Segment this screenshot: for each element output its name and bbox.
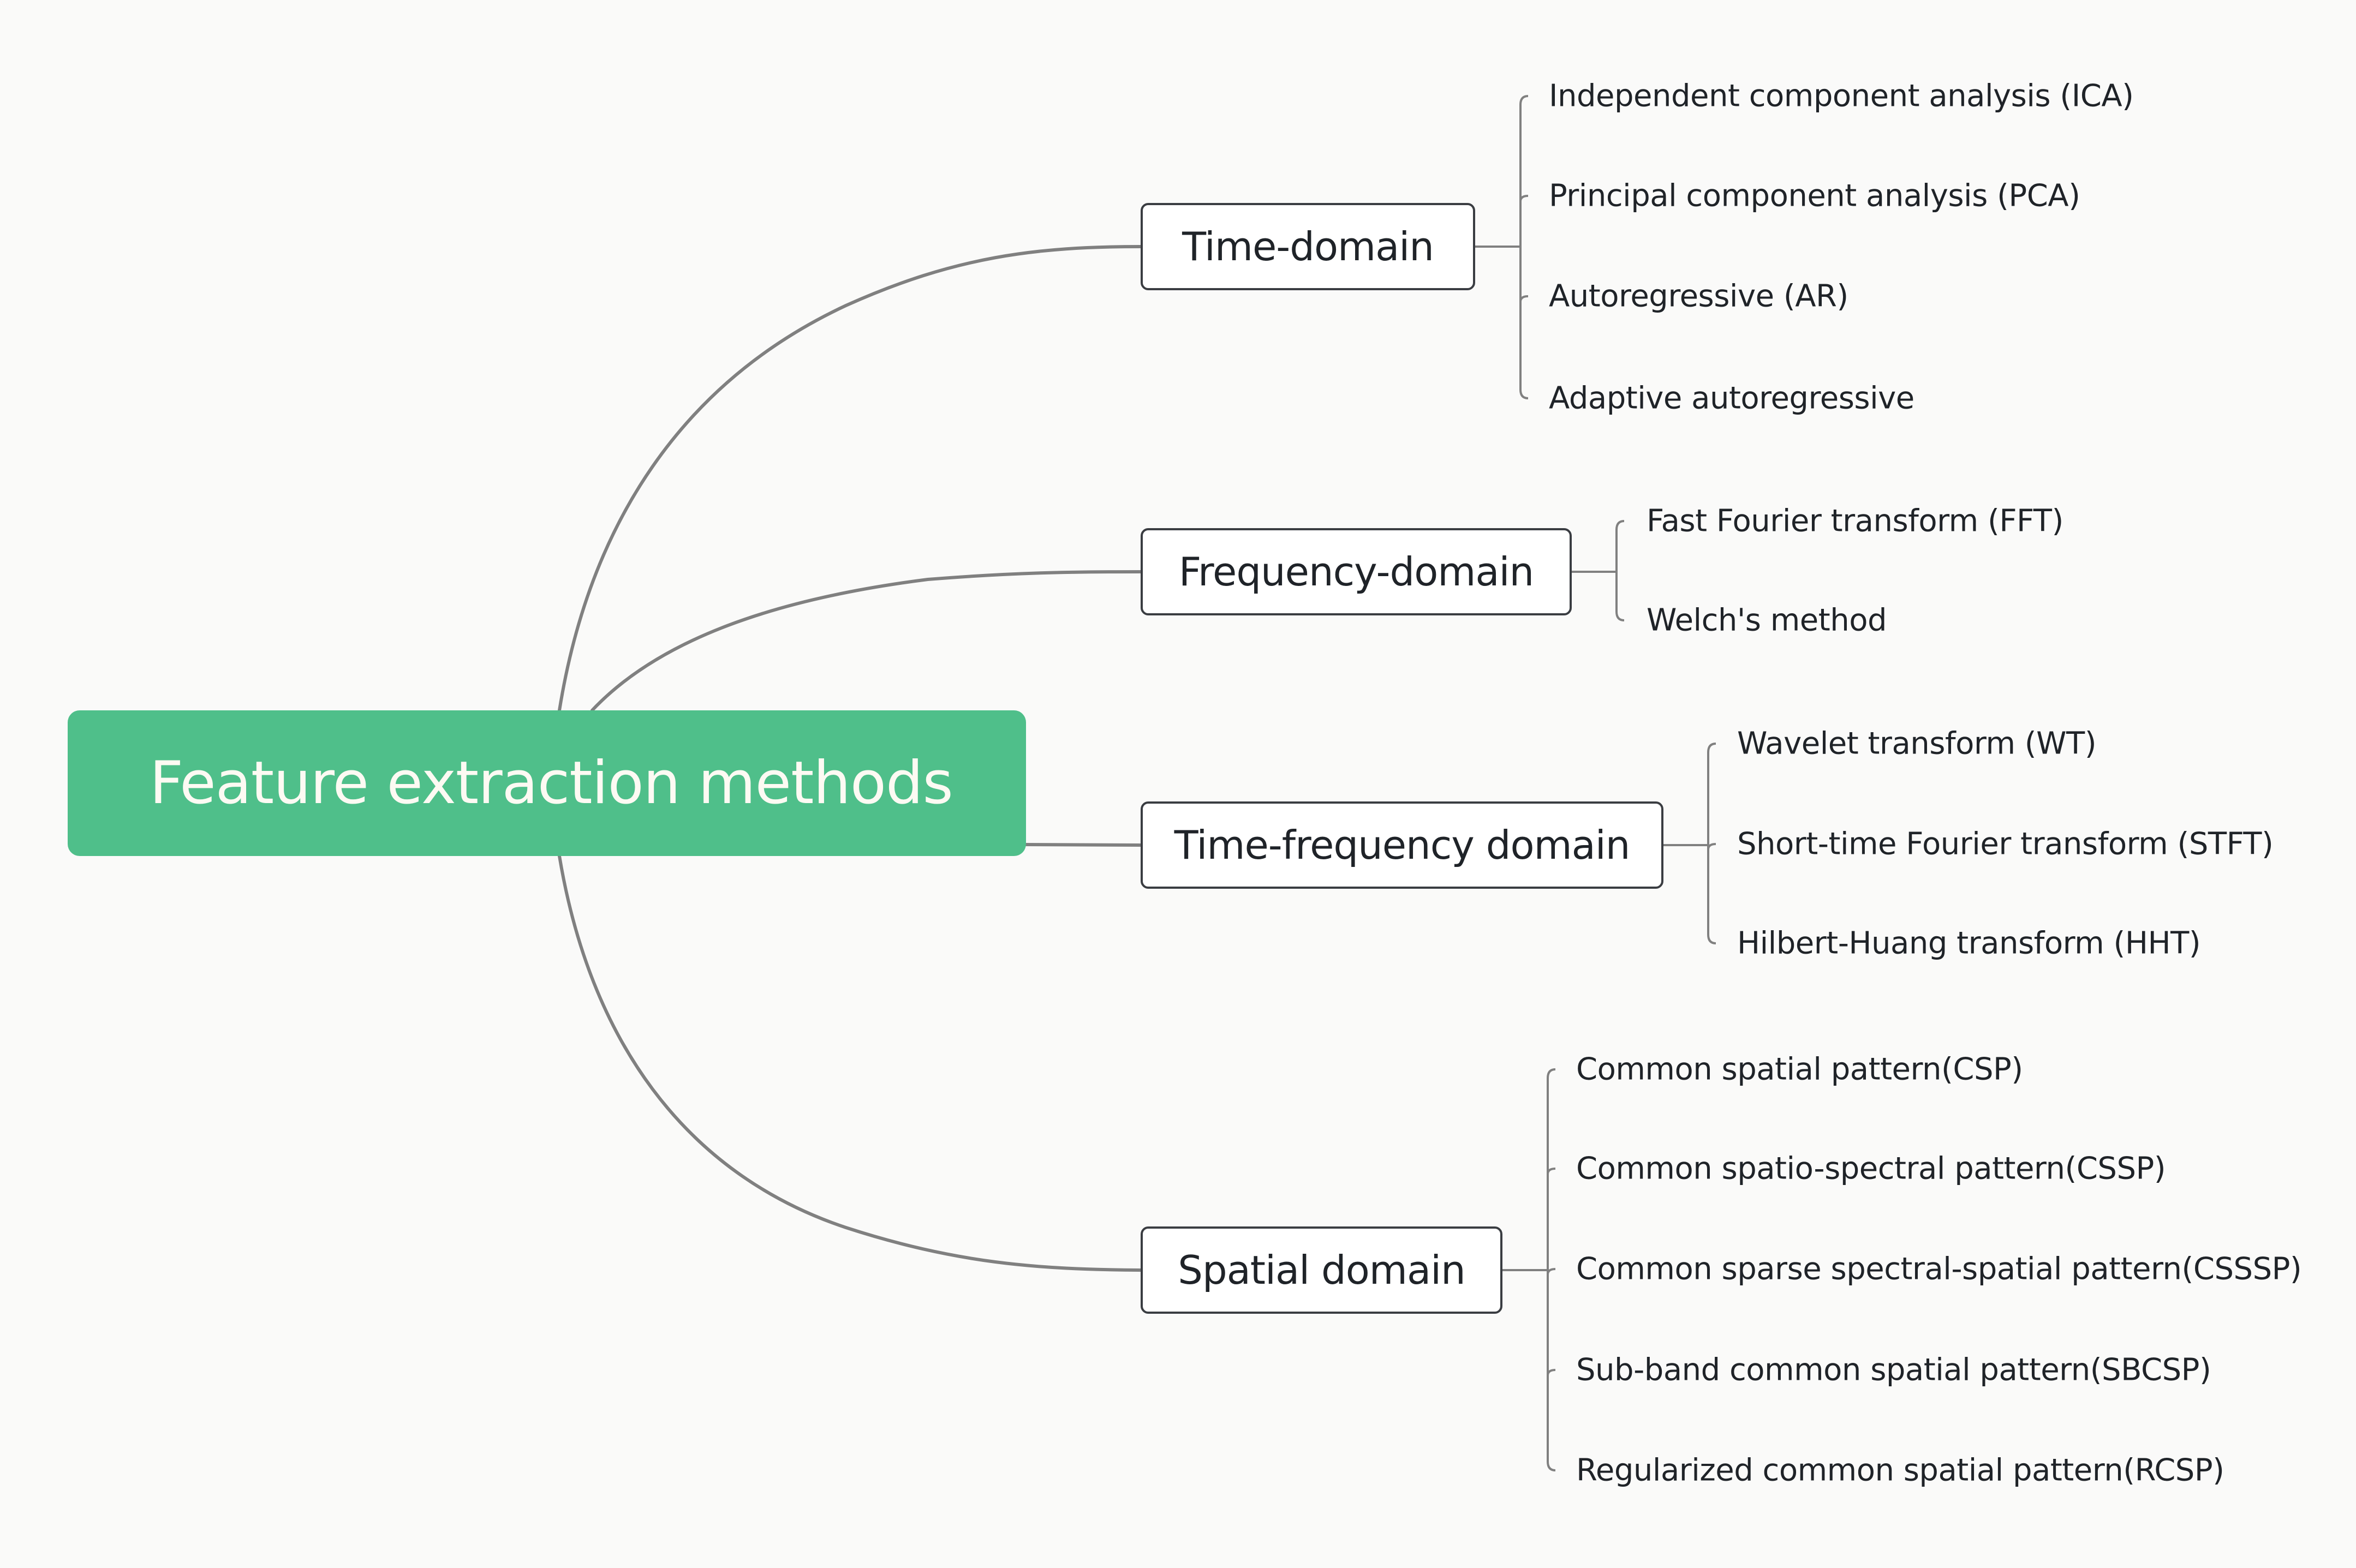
leaf-aar[interactable]: Adaptive autoregressive: [1549, 381, 1914, 416]
link-root-spatial-domain: [558, 854, 1142, 1272]
leaf-pca[interactable]: Principal component analysis (PCA): [1549, 178, 2080, 214]
branch-time-domain[interactable]: Time-domain: [1141, 203, 1475, 290]
link-root-frequency-domain: [591, 570, 1142, 712]
branch-label: Frequency-domain: [1178, 549, 1534, 595]
link-root-time-domain: [558, 245, 1142, 712]
branch-spatial-domain[interactable]: Spatial domain: [1141, 1226, 1502, 1314]
leaf-stft[interactable]: Short-time Fourier transform (STFT): [1737, 827, 2274, 862]
root-label: Feature extraction methods: [150, 749, 953, 817]
bracket-spatial-domain: [1502, 1068, 1556, 1471]
leaf-rcsp[interactable]: Regularized common spatial pattern(RCSP): [1576, 1453, 2224, 1488]
branch-label: Time-frequency domain: [1174, 822, 1631, 868]
bracket-time-domain: [1475, 95, 1529, 399]
leaf-sbcsp[interactable]: Sub-band common spatial pattern(SBCSP): [1576, 1352, 2211, 1388]
bracket-frequency-domain: [1572, 520, 1625, 621]
branch-label: Time-domain: [1182, 224, 1434, 270]
leaf-cssp[interactable]: Common spatio-spectral pattern(CSSP): [1576, 1151, 2166, 1187]
branch-time-frequency-domain[interactable]: Time-frequency domain: [1141, 801, 1663, 889]
leaf-fft[interactable]: Fast Fourier transform (FFT): [1647, 504, 2063, 539]
leaf-ica[interactable]: Independent component analysis (ICA): [1549, 79, 2134, 114]
root-node[interactable]: Feature extraction methods: [68, 710, 1026, 856]
leaf-wt[interactable]: Wavelet transform (WT): [1737, 726, 2097, 762]
leaf-csp[interactable]: Common spatial pattern(CSP): [1576, 1052, 2023, 1087]
leaf-welch[interactable]: Welch's method: [1647, 603, 1887, 638]
bracket-time-frequency-domain: [1663, 743, 1716, 944]
branch-frequency-domain[interactable]: Frequency-domain: [1141, 528, 1572, 615]
leaf-hht[interactable]: Hilbert-Huang transform (HHT): [1737, 926, 2201, 961]
branch-label: Spatial domain: [1178, 1247, 1465, 1293]
leaf-ar[interactable]: Autoregressive (AR): [1549, 279, 1848, 314]
leaf-csssp[interactable]: Common sparse spectral-spatial pattern(C…: [1576, 1252, 2302, 1287]
